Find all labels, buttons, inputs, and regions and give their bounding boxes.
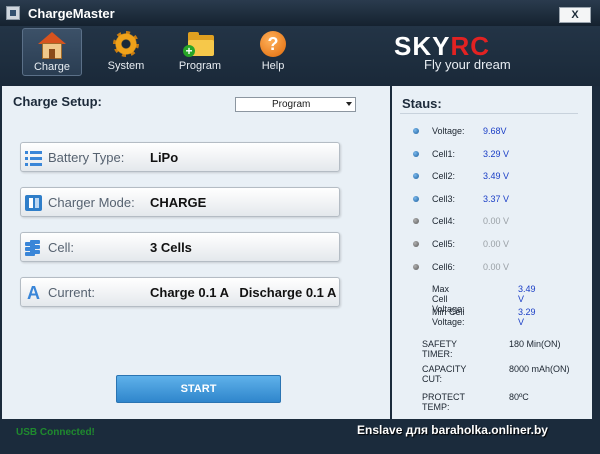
footer-bar: USB Connected! Enslave для baraholka.onl… bbox=[0, 419, 600, 454]
toolbar-help-button[interactable]: ? Help bbox=[243, 28, 303, 76]
gear-icon bbox=[111, 31, 141, 59]
logo-brand: SKYRC bbox=[394, 31, 491, 61]
app-icon bbox=[6, 6, 20, 20]
charge-master-window: ChargeMaster X Charge System + Program ? bbox=[0, 0, 600, 454]
current-value: Charge 0.1 A Discharge 0.1 A bbox=[150, 285, 337, 300]
toolbar-system-button[interactable]: System bbox=[96, 28, 156, 76]
status-reading-value: 3.49 V bbox=[483, 171, 510, 182]
status-led-icon bbox=[413, 263, 419, 270]
status-reading-label: Voltage: bbox=[432, 126, 465, 136]
status-reading-value: 0.00 V bbox=[483, 261, 510, 272]
toolbar-charge-label: Charge bbox=[33, 61, 71, 73]
toolbar-program-button[interactable]: + Program bbox=[170, 28, 230, 76]
watermark-text: Enslave для baraholka.onliner.by bbox=[357, 423, 548, 437]
current-field[interactable]: A Current: Charge 0.1 A Discharge 0.1 A bbox=[20, 277, 340, 307]
cell-count-field[interactable]: Cell: 3 Cells bbox=[20, 232, 340, 262]
folder-add-icon: + bbox=[183, 31, 215, 59]
safety-timer-value: 180 Min(ON) bbox=[509, 339, 561, 349]
capacity-cut-label: CAPACITY CUT: bbox=[422, 364, 467, 384]
charge-setup-title: Charge Setup: bbox=[13, 94, 102, 109]
logo-tagline: Fly your dream bbox=[424, 57, 511, 72]
status-reading-label: Cell5: bbox=[432, 239, 456, 249]
start-button[interactable]: START bbox=[116, 375, 281, 403]
chevron-down-icon bbox=[346, 102, 352, 106]
status-divider bbox=[400, 113, 578, 114]
program-dropdown[interactable]: Program bbox=[235, 97, 356, 112]
status-reading-label: Cell1: bbox=[432, 148, 456, 159]
min-cell-voltage-value: 3.29 V bbox=[518, 307, 536, 327]
charger-mode-field[interactable]: Charger Mode: CHARGE bbox=[20, 187, 340, 217]
status-reading-value: 0.00 V bbox=[483, 216, 510, 227]
status-reading-label: Cell4: bbox=[432, 216, 456, 227]
house-icon bbox=[37, 32, 67, 60]
skyrc-logo: SKYRC Fly your dream bbox=[394, 31, 534, 74]
current-label: Current: bbox=[48, 285, 95, 300]
min-cell-voltage-label: Min Cell Voltage: bbox=[432, 307, 465, 327]
status-reading-label: Cell6: bbox=[432, 261, 456, 272]
status-reading-value: 3.29 V bbox=[483, 148, 510, 159]
battery-type-field[interactable]: Battery Type: LiPo bbox=[20, 142, 340, 172]
battery-type-value: LiPo bbox=[150, 150, 179, 165]
toolbar-charge-button[interactable]: Charge bbox=[22, 28, 82, 76]
usb-status: USB Connected! bbox=[16, 427, 95, 438]
status-title: Staus: bbox=[402, 96, 442, 111]
battery-type-label: Battery Type: bbox=[48, 150, 125, 165]
status-led-icon bbox=[413, 128, 419, 134]
program-dropdown-value: Program bbox=[272, 99, 311, 110]
capacity-cut-value: 8000 mAh(ON) bbox=[509, 364, 570, 374]
safety-timer-label: SAFETY TIMER: bbox=[422, 339, 457, 359]
window-title: ChargeMaster bbox=[28, 6, 115, 21]
charger-mode-value: CHARGE bbox=[150, 195, 207, 210]
cells-icon bbox=[25, 240, 42, 256]
status-led-icon bbox=[413, 241, 419, 247]
cell-count-value: 3 Cells bbox=[150, 240, 192, 255]
status-reading-label: Cell3: bbox=[432, 193, 456, 204]
title-bar: ChargeMaster X bbox=[0, 0, 600, 26]
status-led-icon bbox=[413, 195, 419, 202]
protect-temp-value: 80ºC bbox=[509, 392, 529, 402]
list-icon bbox=[25, 150, 42, 166]
status-reading-value: 3.37 V bbox=[483, 193, 510, 204]
close-button[interactable]: X bbox=[559, 7, 591, 23]
status-led-icon bbox=[413, 173, 419, 180]
toolbar-program-label: Program bbox=[178, 60, 222, 72]
status-reading-label: Cell2: bbox=[432, 171, 456, 182]
help-icon: ? bbox=[258, 31, 288, 59]
toolbar-help-label: Help bbox=[261, 60, 285, 72]
status-reading-value: 0.00 V bbox=[483, 239, 510, 249]
charge-setup-panel: Charge Setup: Program Battery Type: LiPo… bbox=[2, 86, 390, 419]
protect-temp-label: PROTECT TEMP: bbox=[422, 392, 465, 412]
status-reading-value: 9.68V bbox=[483, 126, 507, 136]
cell-count-label: Cell: bbox=[48, 240, 75, 255]
status-panel: Staus: Voltage: 9.68V Cell1: 3.29 V Cell2: 3.… bbox=[392, 86, 592, 419]
charger-mode-label: Charger Mode: bbox=[48, 195, 135, 210]
toolbar: Charge System + Program ? Help SKYRC Fly… bbox=[0, 26, 600, 86]
status-led-icon bbox=[413, 150, 419, 157]
toolbar-system-label: System bbox=[107, 60, 145, 72]
battery-icon bbox=[25, 195, 42, 211]
status-led-icon bbox=[413, 218, 419, 225]
max-cell-voltage-value: 3.49 V bbox=[518, 284, 536, 304]
ampere-icon: A bbox=[27, 283, 40, 303]
